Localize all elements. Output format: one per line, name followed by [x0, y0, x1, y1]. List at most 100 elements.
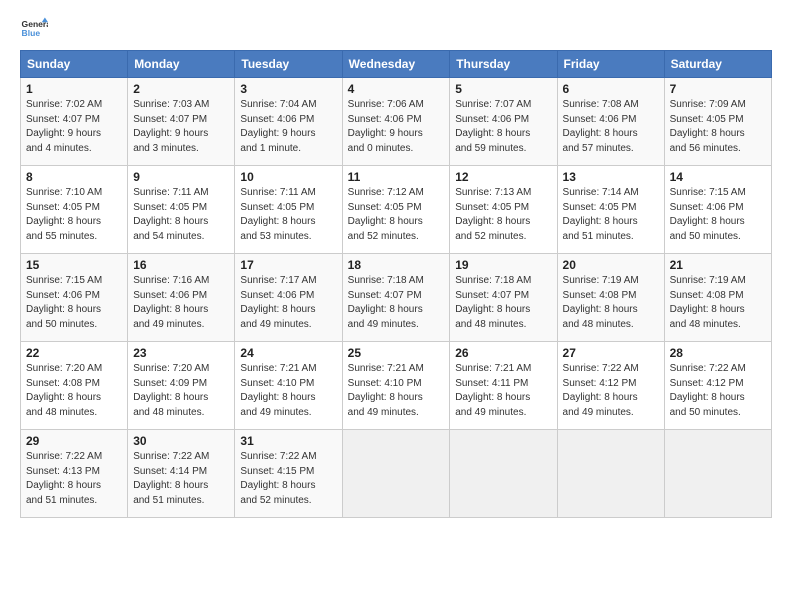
day-info: Sunrise: 7:11 AM Sunset: 4:05 PM Dayligh…: [133, 186, 229, 244]
day-info: Sunrise: 7:22 AM Sunset: 4:14 PM Dayligh…: [133, 450, 229, 508]
day-number: 8: [26, 170, 122, 184]
calendar-cell: 8 Sunrise: 7:10 AM Sunset: 4:05 PM Daylig…: [21, 166, 128, 254]
calendar-cell: 15 Sunrise: 7:15 AM Sunset: 4:06 PM Dayli…: [21, 254, 128, 342]
calendar-cell: 17Sunrise: 7:17 AM Sunset: 4:06 PM Dayli…: [235, 254, 342, 342]
day-info: Sunrise: 7:19 AM Sunset: 4:08 PM Dayligh…: [563, 274, 659, 332]
day-number: 18: [348, 258, 445, 272]
day-number: 4: [348, 82, 445, 96]
calendar-cell: 18 Sunrise: 7:18 AM Sunset: 4:07 PM Dayli…: [342, 254, 450, 342]
day-info: Sunrise: 7:22 AM Sunset: 4:12 PM Dayligh…: [670, 362, 766, 420]
day-info: Sunrise: 7:10 AM Sunset: 4:05 PM Dayligh…: [26, 186, 122, 244]
day-number: 9: [133, 170, 229, 184]
day-info: Sunrise: 7:12 AM Sunset: 4:05 PM Dayligh…: [348, 186, 445, 244]
day-number: 12: [455, 170, 551, 184]
day-number: 6: [563, 82, 659, 96]
day-info: Sunrise: 7:22 AM Sunset: 4:15 PM Dayligh…: [240, 450, 336, 508]
logo: General Blue: [20, 16, 48, 44]
day-header-sunday: Sunday: [21, 51, 128, 78]
day-number: 26: [455, 346, 551, 360]
day-info: Sunrise: 7:15 AM Sunset: 4:06 PM Dayligh…: [670, 186, 766, 244]
calendar-week-row: 1 Sunrise: 7:02 AM Sunset: 4:07 PM Daylig…: [21, 78, 772, 166]
calendar-week-row: 8 Sunrise: 7:10 AM Sunset: 4:05 PM Daylig…: [21, 166, 772, 254]
day-number: 14: [670, 170, 766, 184]
day-info: Sunrise: 7:14 AM Sunset: 4:05 PM Dayligh…: [563, 186, 659, 244]
day-number: 1: [26, 82, 122, 96]
calendar-cell: 2 Sunrise: 7:03 AM Sunset: 4:07 PM Daylig…: [128, 78, 235, 166]
day-number: 31: [240, 434, 336, 448]
calendar-week-row: 22 Sunrise: 7:20 AM Sunset: 4:08 PM Dayli…: [21, 342, 772, 430]
calendar-cell: 13 Sunrise: 7:14 AM Sunset: 4:05 PM Dayli…: [557, 166, 664, 254]
day-number: 2: [133, 82, 229, 96]
calendar-cell: 29Sunrise: 7:22 AM Sunset: 4:13 PM Dayli…: [21, 430, 128, 518]
calendar-cell: 11 Sunrise: 7:12 AM Sunset: 4:05 PM Dayli…: [342, 166, 450, 254]
calendar-cell: 7 Sunrise: 7:09 AM Sunset: 4:05 PM Daylig…: [664, 78, 771, 166]
main-container: General Blue SundayMondayTuesdayWednesda…: [0, 0, 792, 528]
calendar-cell: 16 Sunrise: 7:16 AM Sunset: 4:06 PM Dayli…: [128, 254, 235, 342]
day-info: Sunrise: 7:03 AM Sunset: 4:07 PM Dayligh…: [133, 98, 229, 156]
day-info: Sunrise: 7:21 AM Sunset: 4:11 PM Dayligh…: [455, 362, 551, 420]
calendar-cell: 27Sunrise: 7:22 AM Sunset: 4:12 PM Dayli…: [557, 342, 664, 430]
day-header-thursday: Thursday: [450, 51, 557, 78]
calendar-cell: 9 Sunrise: 7:11 AM Sunset: 4:05 PM Daylig…: [128, 166, 235, 254]
header-row: General Blue: [20, 16, 772, 44]
day-number: 30: [133, 434, 229, 448]
day-number: 5: [455, 82, 551, 96]
day-number: 3: [240, 82, 336, 96]
day-number: 10: [240, 170, 336, 184]
calendar-cell: [664, 430, 771, 518]
day-info: Sunrise: 7:07 AM Sunset: 4:06 PM Dayligh…: [455, 98, 551, 156]
day-info: Sunrise: 7:21 AM Sunset: 4:10 PM Dayligh…: [348, 362, 445, 420]
day-info: Sunrise: 7:15 AM Sunset: 4:06 PM Dayligh…: [26, 274, 122, 332]
calendar-header-row: SundayMondayTuesdayWednesdayThursdayFrid…: [21, 51, 772, 78]
calendar-cell: 10 Sunrise: 7:11 AM Sunset: 4:05 PM Dayli…: [235, 166, 342, 254]
day-number: 19: [455, 258, 551, 272]
calendar-cell: 23Sunrise: 7:20 AM Sunset: 4:09 PM Dayli…: [128, 342, 235, 430]
day-header-saturday: Saturday: [664, 51, 771, 78]
calendar-cell: 21Sunrise: 7:19 AM Sunset: 4:08 PM Dayli…: [664, 254, 771, 342]
calendar-cell: 3Sunrise: 7:04 AM Sunset: 4:06 PM Daylig…: [235, 78, 342, 166]
day-number: 22: [26, 346, 122, 360]
calendar-cell: 25 Sunrise: 7:21 AM Sunset: 4:10 PM Dayli…: [342, 342, 450, 430]
day-info: Sunrise: 7:21 AM Sunset: 4:10 PM Dayligh…: [240, 362, 336, 420]
day-header-tuesday: Tuesday: [235, 51, 342, 78]
calendar-cell: 24Sunrise: 7:21 AM Sunset: 4:10 PM Dayli…: [235, 342, 342, 430]
day-info: Sunrise: 7:17 AM Sunset: 4:06 PM Dayligh…: [240, 274, 336, 332]
calendar-cell: 28 Sunrise: 7:22 AM Sunset: 4:12 PM Dayli…: [664, 342, 771, 430]
day-number: 15: [26, 258, 122, 272]
calendar-cell: [450, 430, 557, 518]
day-info: Sunrise: 7:02 AM Sunset: 4:07 PM Dayligh…: [26, 98, 122, 156]
day-number: 27: [563, 346, 659, 360]
day-info: Sunrise: 7:18 AM Sunset: 4:07 PM Dayligh…: [348, 274, 445, 332]
day-info: Sunrise: 7:16 AM Sunset: 4:06 PM Dayligh…: [133, 274, 229, 332]
svg-text:Blue: Blue: [22, 28, 41, 38]
day-number: 25: [348, 346, 445, 360]
day-number: 23: [133, 346, 229, 360]
day-header-wednesday: Wednesday: [342, 51, 450, 78]
day-info: Sunrise: 7:20 AM Sunset: 4:08 PM Dayligh…: [26, 362, 122, 420]
day-info: Sunrise: 7:11 AM Sunset: 4:05 PM Dayligh…: [240, 186, 336, 244]
day-header-friday: Friday: [557, 51, 664, 78]
day-info: Sunrise: 7:09 AM Sunset: 4:05 PM Dayligh…: [670, 98, 766, 156]
calendar-cell: 30 Sunrise: 7:22 AM Sunset: 4:14 PM Dayli…: [128, 430, 235, 518]
day-header-monday: Monday: [128, 51, 235, 78]
calendar-cell: 14 Sunrise: 7:15 AM Sunset: 4:06 PM Dayli…: [664, 166, 771, 254]
calendar-cell: [557, 430, 664, 518]
day-info: Sunrise: 7:06 AM Sunset: 4:06 PM Dayligh…: [348, 98, 445, 156]
day-info: Sunrise: 7:19 AM Sunset: 4:08 PM Dayligh…: [670, 274, 766, 332]
calendar-cell: 5 Sunrise: 7:07 AM Sunset: 4:06 PM Daylig…: [450, 78, 557, 166]
calendar-cell: 31 Sunrise: 7:22 AM Sunset: 4:15 PM Dayli…: [235, 430, 342, 518]
calendar-cell: 19Sunrise: 7:18 AM Sunset: 4:07 PM Dayli…: [450, 254, 557, 342]
calendar-week-row: 15 Sunrise: 7:15 AM Sunset: 4:06 PM Dayli…: [21, 254, 772, 342]
day-number: 13: [563, 170, 659, 184]
day-number: 7: [670, 82, 766, 96]
day-number: 29: [26, 434, 122, 448]
calendar-cell: 1 Sunrise: 7:02 AM Sunset: 4:07 PM Daylig…: [21, 78, 128, 166]
calendar-cell: 22 Sunrise: 7:20 AM Sunset: 4:08 PM Dayli…: [21, 342, 128, 430]
calendar-cell: 12 Sunrise: 7:13 AM Sunset: 4:05 PM Dayli…: [450, 166, 557, 254]
calendar-cell: 20Sunrise: 7:19 AM Sunset: 4:08 PM Dayli…: [557, 254, 664, 342]
calendar-cell: 6Sunrise: 7:08 AM Sunset: 4:06 PM Daylig…: [557, 78, 664, 166]
day-info: Sunrise: 7:13 AM Sunset: 4:05 PM Dayligh…: [455, 186, 551, 244]
day-number: 11: [348, 170, 445, 184]
day-number: 28: [670, 346, 766, 360]
day-number: 16: [133, 258, 229, 272]
